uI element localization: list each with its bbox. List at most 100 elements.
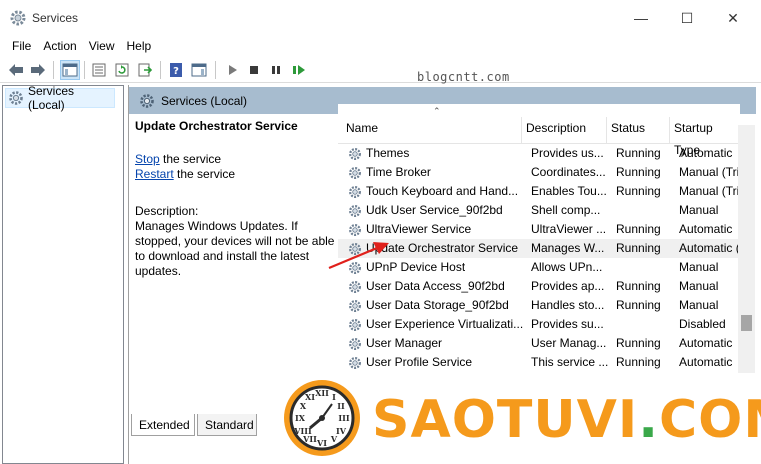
description-label: Description: xyxy=(135,204,199,218)
forward-button[interactable] xyxy=(28,60,48,80)
service-startup-type: Disabled xyxy=(679,317,726,331)
table-row[interactable]: User Data Storage_90f2bd Handles sto... Ru… xyxy=(338,296,740,315)
list-rows: Themes Provides us... Running Automatic Time… xyxy=(338,144,740,377)
column-header-startup-type[interactable]: Startup Type xyxy=(669,117,740,157)
service-description: Provides su... xyxy=(531,317,604,331)
restart-icon xyxy=(293,65,305,75)
service-gear-icon xyxy=(349,318,361,331)
service-status: Running xyxy=(616,184,661,198)
brand-watermark: XIIIIIVIIX IIIIVV VIIVIIIXXI SAOTUVI.COM xyxy=(272,376,761,464)
table-row[interactable]: User Experience Virtualizati... Provides … xyxy=(338,315,740,334)
service-startup-type: Manual xyxy=(679,260,719,274)
stop-suffix: the service xyxy=(159,152,222,166)
svg-text:III: III xyxy=(338,413,349,423)
table-row[interactable]: UPnP Device Host Allows UPn... Manual xyxy=(338,258,740,277)
service-description: Allows UPn... xyxy=(531,260,603,274)
service-startup-type: Manual xyxy=(679,279,719,293)
service-name: User Profile Service xyxy=(366,355,473,369)
service-status: Running xyxy=(616,355,661,369)
menu-view[interactable]: View xyxy=(83,36,121,56)
service-gear-icon xyxy=(349,147,361,160)
scrollbar-thumb[interactable] xyxy=(741,315,752,331)
red-arrow-annotation xyxy=(328,242,389,270)
table-row[interactable]: User Profile Service This service ... Runn… xyxy=(338,353,740,372)
stop-service-button[interactable] xyxy=(244,60,264,80)
column-header-status[interactable]: Status xyxy=(606,117,669,143)
list-header: ⌃ Name Description Status Startup Type xyxy=(338,104,740,157)
stop-service-link[interactable]: Stop xyxy=(135,152,160,166)
service-startup-type: Manual xyxy=(679,203,719,217)
close-button[interactable]: ✕ xyxy=(710,0,756,36)
service-name-cell: Touch Keyboard and Hand... xyxy=(348,182,523,201)
refresh-button[interactable] xyxy=(112,60,132,80)
service-description: Manages W... xyxy=(531,241,605,255)
export-list-button[interactable] xyxy=(135,60,155,80)
help-button[interactable]: ? xyxy=(166,60,186,80)
service-name-cell: User Data Storage_90f2bd xyxy=(348,296,523,315)
blog-watermark: blogcntt.com xyxy=(417,70,510,84)
service-name-cell: User Experience Virtualizati... xyxy=(348,315,523,334)
menu-help[interactable]: Help xyxy=(121,36,158,56)
tree-item-label: Services (Local) xyxy=(28,84,75,112)
column-header-description[interactable]: Description xyxy=(521,117,606,143)
extended-description-pane: Update Orchestrator Service Stop the ser… xyxy=(135,119,335,279)
service-description: Handles sto... xyxy=(531,298,605,312)
column-header-name[interactable]: Name xyxy=(342,117,521,143)
service-name: Udk User Service_90f2bd xyxy=(366,203,503,217)
show-hide-console-tree-button[interactable] xyxy=(60,60,80,80)
service-gear-icon xyxy=(349,204,361,217)
tree-item-services-local[interactable]: Services (Local) xyxy=(5,84,115,112)
service-name: Themes xyxy=(366,146,410,160)
pause-service-button[interactable] xyxy=(266,60,286,80)
services-gear-icon xyxy=(10,10,26,26)
svg-text:IV: IV xyxy=(336,426,347,436)
service-name: Touch Keyboard and Hand... xyxy=(366,184,519,198)
service-status: Running xyxy=(616,222,661,236)
service-startup-type: Manual (Trig xyxy=(679,165,740,179)
service-startup-type: Automatic xyxy=(679,336,733,350)
restart-service-link[interactable]: Restart xyxy=(135,167,174,181)
table-row[interactable]: UltraViewer Service UltraViewer ... Runnin… xyxy=(338,220,740,239)
action-pane-icon xyxy=(191,63,207,77)
restart-service-button[interactable] xyxy=(289,60,309,80)
vertical-scrollbar[interactable] xyxy=(738,125,755,373)
service-description: UltraViewer ... xyxy=(531,222,607,236)
service-startup-type: Manual (Trig xyxy=(679,184,740,198)
table-row[interactable]: Themes Provides us... Running Automatic xyxy=(338,144,740,163)
back-arrow-icon xyxy=(9,64,23,76)
maximize-button[interactable]: ☐ xyxy=(664,0,710,36)
play-icon xyxy=(229,65,237,75)
show-action-pane-button[interactable] xyxy=(189,60,209,80)
menu-file[interactable]: File xyxy=(6,36,37,56)
svg-text:I: I xyxy=(332,392,336,402)
back-button[interactable] xyxy=(6,60,26,80)
service-status: Running xyxy=(616,336,661,350)
minimize-button[interactable]: — xyxy=(618,0,664,36)
properties-button[interactable] xyxy=(89,60,109,80)
service-name-cell: Udk User Service_90f2bd xyxy=(348,201,523,220)
window-title: Services xyxy=(32,11,79,25)
table-row[interactable]: Touch Keyboard and Hand... Enables Tou...… xyxy=(338,182,740,201)
table-row[interactable]: Time Broker Coordinates... Running Manual (… xyxy=(338,163,740,182)
tab-standard[interactable]: Standard xyxy=(197,414,257,436)
table-row[interactable]: Udk User Service_90f2bd Shell comp... Manu… xyxy=(338,201,740,220)
service-name: User Data Storage_90f2bd xyxy=(366,298,509,312)
table-row[interactable]: Update Orchestrator Service Manages W... R… xyxy=(338,239,740,258)
clock-logo-icon: XIIIIIVIIX IIIIVV VIIVIIIXXI xyxy=(284,380,360,456)
service-description: Provides us... xyxy=(531,146,604,160)
service-name-cell: UltraViewer Service xyxy=(348,220,523,239)
brand-tld: COM xyxy=(658,390,761,450)
service-status: Running xyxy=(616,146,661,160)
help-book-icon: ? xyxy=(170,63,182,77)
table-row[interactable]: User Manager User Manag... Running Automati… xyxy=(338,334,740,353)
service-gear-icon xyxy=(349,166,361,179)
services-gear-icon xyxy=(140,93,154,108)
tab-extended[interactable]: Extended xyxy=(131,414,195,436)
start-service-button[interactable] xyxy=(222,60,242,80)
svg-text:X: X xyxy=(300,401,307,411)
menu-action[interactable]: Action xyxy=(37,36,82,56)
service-description: Provides ap... xyxy=(531,279,605,293)
table-row[interactable]: User Data Access_90f2bd Provides ap... Run… xyxy=(338,277,740,296)
service-name: User Data Access_90f2bd xyxy=(366,279,505,293)
services-list: ⌃ Name Description Status Startup Type T… xyxy=(338,104,740,377)
